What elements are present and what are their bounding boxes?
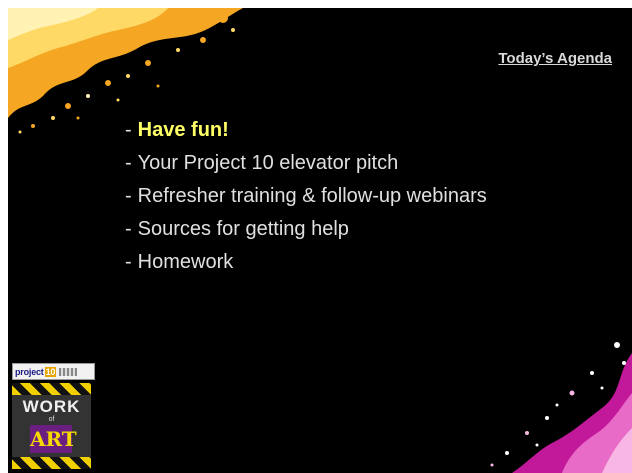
project10-logo: project 10 WORK of ART — [12, 363, 95, 469]
agenda-item-homework: - Homework — [125, 246, 487, 279]
bullet-dash: - — [125, 185, 132, 207]
agenda-item-refresher-training: - Refresher training & follow-up webinars — [125, 180, 487, 213]
bullet-dash: - — [125, 251, 132, 273]
art-word: ART — [30, 425, 77, 453]
agenda-item-sources-help: - Sources for getting help — [125, 213, 487, 246]
work-word: WORK — [22, 397, 81, 416]
agenda-item-text: Homework — [137, 251, 234, 273]
agenda-item-text: Sources for getting help — [137, 218, 349, 240]
project-number: 10 — [44, 366, 57, 377]
agenda-item-have-fun: - Have fun! — [125, 114, 487, 147]
project10-wordmark: project 10 — [12, 363, 95, 380]
paint-splash-bottom-right — [490, 342, 632, 473]
caution-stripe-bottom — [12, 457, 91, 469]
presentation-slide: Today’s Agenda - Have fun! - Your Project … — [8, 8, 632, 473]
of-word: of — [48, 416, 55, 423]
agenda-item-text: Your Project 10 elevator pitch — [137, 152, 399, 174]
caution-stripe-top — [12, 383, 91, 395]
work-of-art-badge: WORK of ART — [12, 383, 91, 469]
bullet-dash: - — [125, 152, 132, 174]
agenda-list: - Have fun! - Your Project 10 elevator pit… — [125, 114, 487, 279]
bullet-dash: - — [125, 218, 132, 240]
agenda-item-text: Have fun! — [137, 119, 229, 141]
agenda-item-elevator-pitch: - Your Project 10 elevator pitch — [125, 147, 487, 180]
wordmark-grid-icon — [59, 367, 78, 376]
agenda-item-text: Refresher training & follow-up webinars — [137, 185, 487, 207]
bullet-dash: - — [125, 119, 132, 141]
slide-title: Today’s Agenda — [498, 50, 612, 67]
project-prefix: project — [15, 366, 44, 377]
